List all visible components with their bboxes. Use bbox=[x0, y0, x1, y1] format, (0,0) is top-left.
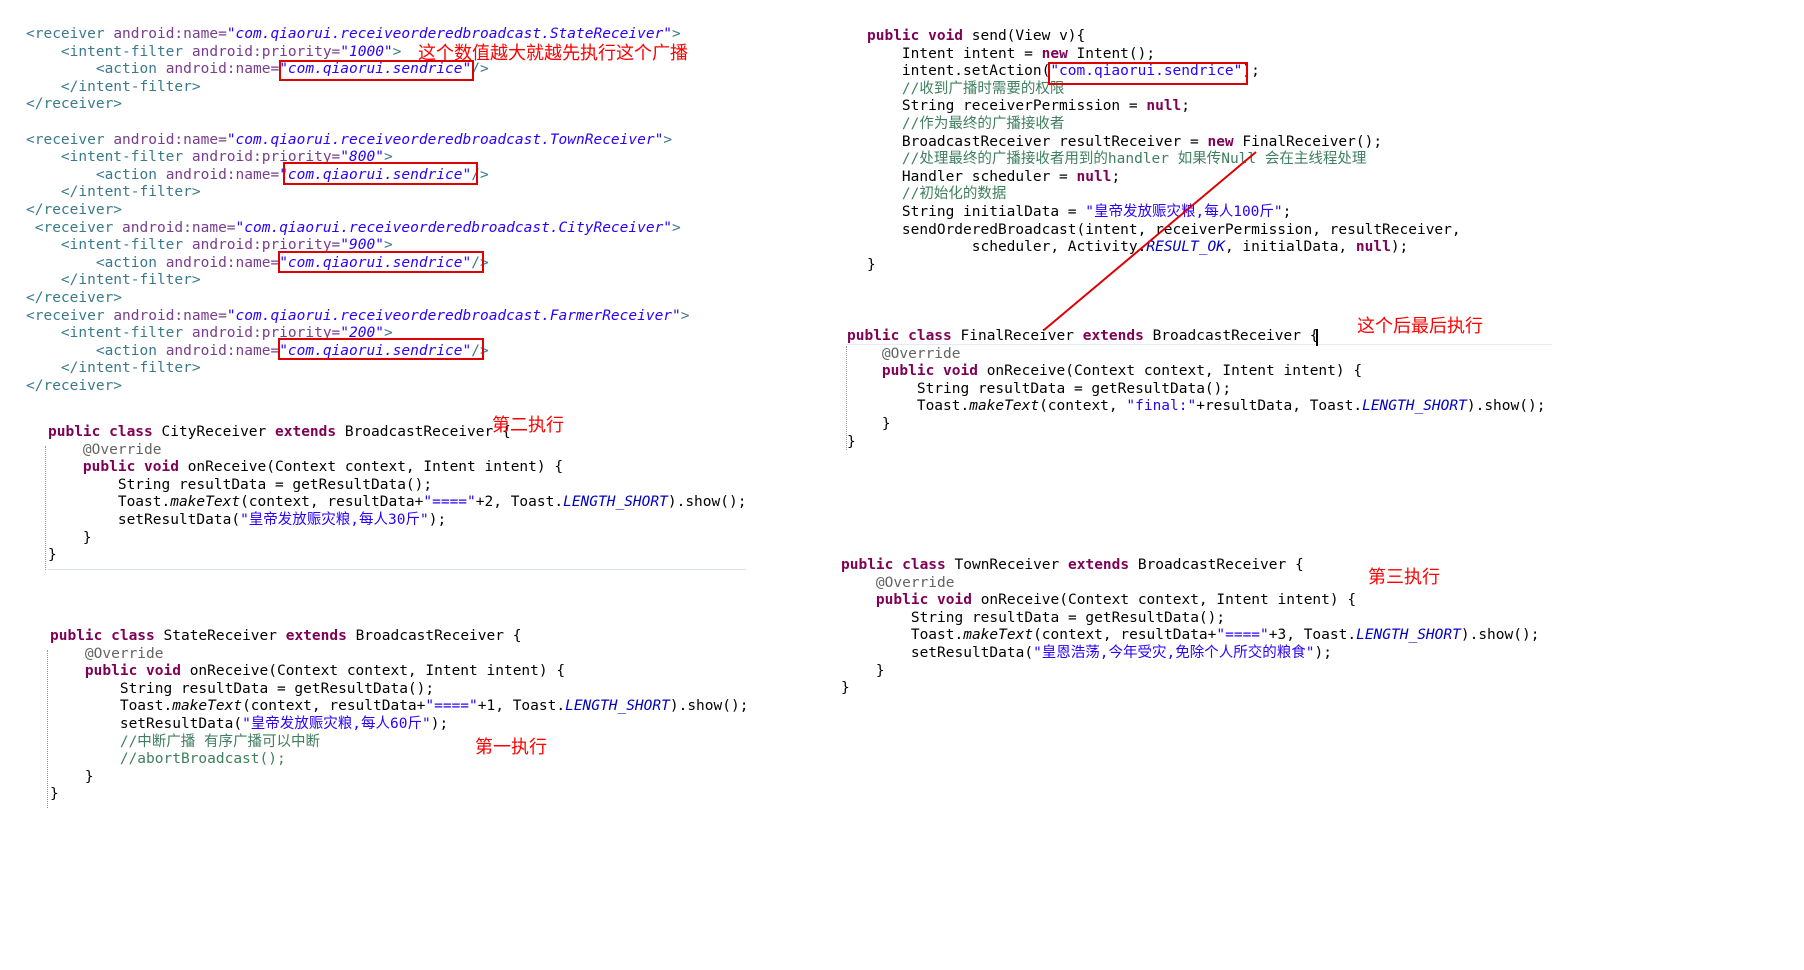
connector-line bbox=[1043, 151, 1257, 331]
connector-line-stroke bbox=[1043, 151, 1257, 331]
